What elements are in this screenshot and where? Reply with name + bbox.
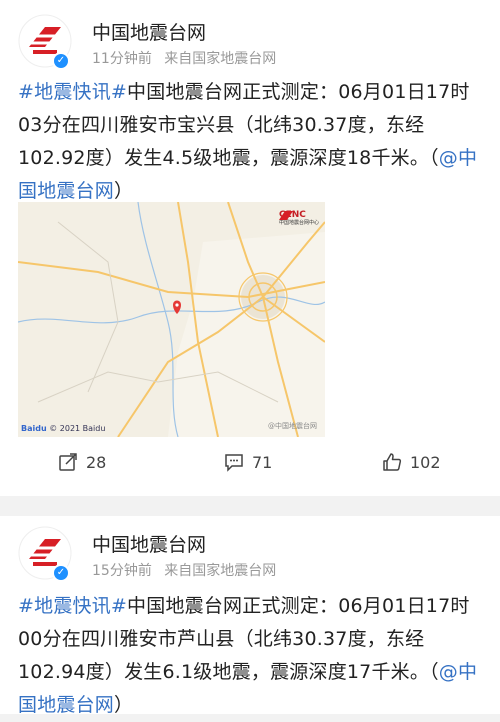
comment-icon xyxy=(225,454,243,472)
map-watermark: @中国地震台网 xyxy=(268,422,317,430)
weibo-post-1: ✓ 中国地震台网 11分钟前 来自国家地震台网 #地震快讯#中国地震台网正式测定… xyxy=(0,0,500,496)
like-button[interactable]: 102 xyxy=(382,452,441,472)
author-name[interactable]: 中国地震台网 xyxy=(92,18,206,45)
post-text-tail: ） xyxy=(114,694,134,716)
baidu-logo: Baidu xyxy=(21,424,47,433)
post-time: 15分钟前 xyxy=(92,563,152,579)
post-text-tail: ） xyxy=(114,180,134,202)
thumbs-up-icon xyxy=(383,453,402,471)
topic-link[interactable]: #地震快讯# xyxy=(18,81,127,103)
post-source: 来自国家地震台网 xyxy=(164,51,277,67)
share-button[interactable]: 28 xyxy=(58,452,106,472)
post-meta: 11分钟前 来自国家地震台网 xyxy=(92,48,276,68)
baidu-copyright: © 2021 Baidu xyxy=(49,424,106,433)
topic-link[interactable]: #地震快讯# xyxy=(18,595,127,617)
share-count: 28 xyxy=(86,452,107,472)
author-name[interactable]: 中国地震台网 xyxy=(92,530,206,557)
post-content: #地震快讯#中国地震台网正式测定：06月01日17时03分在四川雅安市宝兴县（北… xyxy=(18,76,484,208)
share-icon xyxy=(59,453,77,471)
cenc-mark-icon xyxy=(278,211,293,220)
comment-count: 71 xyxy=(252,452,273,472)
weibo-post-2: ✓ 中国地震台网 15分钟前 来自国家地震台网 #地震快讯#中国地震台网正式测定… xyxy=(0,516,500,716)
cenc-map-logo: CENC 中国地震台网中心 xyxy=(278,210,319,226)
baidu-attribution: Baidu © 2021 Baidu xyxy=(21,424,105,433)
like-count: 102 xyxy=(410,452,441,472)
verified-badge-icon: ✓ xyxy=(52,52,70,70)
post-content: #地震快讯#中国地震台网正式测定：06月01日17时00分在四川雅安市芦山县（北… xyxy=(18,590,484,722)
post-actions: 28 71 102 xyxy=(0,452,500,492)
post-source: 来自国家地震台网 xyxy=(164,563,277,579)
post-time: 11分钟前 xyxy=(92,51,152,67)
map-graphic xyxy=(18,202,325,437)
post-meta: 15分钟前 来自国家地震台网 xyxy=(92,560,276,580)
epicenter-map-image[interactable]: CENC 中国地震台网中心 Baidu © 2021 Baidu @中国地震台网 xyxy=(18,202,325,437)
verified-badge-icon: ✓ xyxy=(52,564,70,582)
comment-button[interactable]: 71 xyxy=(224,452,272,472)
